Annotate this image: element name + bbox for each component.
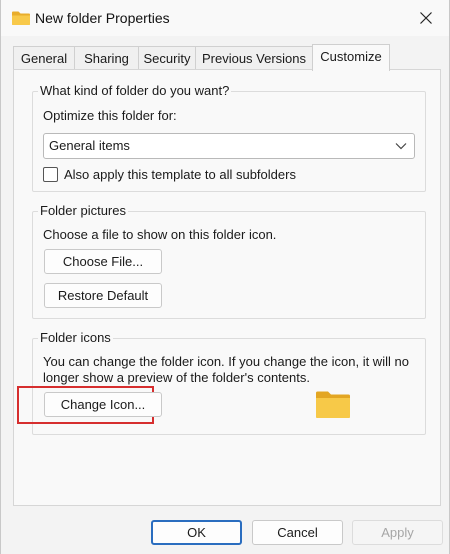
optimize-selected-value: General items (49, 138, 130, 153)
folder-icons-description-line2: longer show a preview of the folder's co… (43, 370, 310, 385)
optimize-dropdown[interactable]: General items (43, 133, 415, 159)
folder-icons-description-line1: You can change the folder icon. If you c… (43, 354, 409, 369)
cancel-button[interactable]: Cancel (252, 520, 343, 545)
folder-icons-heading: Folder icons (38, 330, 113, 345)
ok-button[interactable]: OK (151, 520, 242, 545)
folder-pictures-heading: Folder pictures (38, 203, 128, 218)
folder-icon (12, 11, 30, 25)
close-button[interactable] (403, 0, 449, 36)
window-title: New folder Properties (35, 10, 170, 26)
chevron-down-icon (395, 143, 407, 150)
folder-icon (316, 391, 350, 418)
folder-type-heading: What kind of folder do you want? (38, 83, 232, 98)
apply-button[interactable]: Apply (352, 520, 443, 545)
optimize-label: Optimize this folder for: (43, 108, 177, 123)
properties-dialog: New folder Properties General Sharing Se… (0, 0, 450, 554)
folder-type-group: What kind of folder do you want? Optimiz… (32, 83, 426, 192)
tab-security[interactable]: Security (138, 46, 196, 70)
tab-general[interactable]: General (13, 46, 75, 70)
tab-customize[interactable]: Customize (312, 44, 390, 71)
change-icon-button[interactable]: Change Icon... (44, 392, 162, 417)
apply-subfolders-label[interactable]: Also apply this template to all subfolde… (64, 167, 296, 182)
folder-icons-group: Folder icons You can change the folder i… (17, 330, 426, 435)
customize-panel: What kind of folder do you want? Optimiz… (13, 69, 441, 506)
restore-default-button[interactable]: Restore Default (44, 283, 162, 308)
tab-sharing[interactable]: Sharing (74, 46, 139, 70)
close-icon (420, 12, 432, 24)
tab-strip: General Sharing Security Previous Versio… (13, 44, 441, 71)
tab-previous-versions[interactable]: Previous Versions (195, 46, 313, 70)
folder-pictures-description: Choose a file to show on this folder ico… (43, 227, 277, 242)
title-bar[interactable]: New folder Properties (1, 0, 449, 36)
choose-file-button[interactable]: Choose File... (44, 249, 162, 274)
folder-pictures-group: Folder pictures Choose a file to show on… (32, 203, 426, 319)
apply-subfolders-checkbox[interactable] (43, 167, 58, 182)
